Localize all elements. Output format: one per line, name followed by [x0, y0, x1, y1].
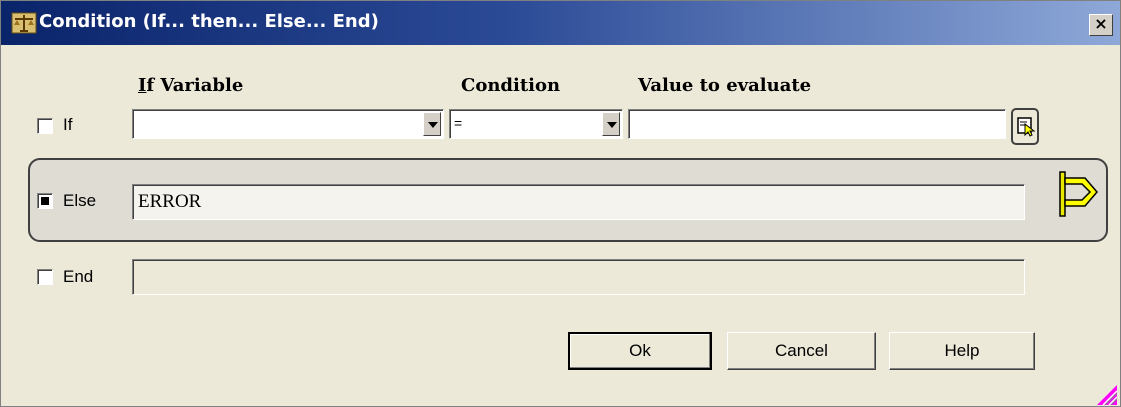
- if-variable-header-text: f Variable: [146, 75, 244, 96]
- if-variable-header: If Variable: [138, 75, 243, 96]
- if-variable-select[interactable]: [132, 109, 444, 139]
- select-value-button[interactable]: [1011, 108, 1039, 145]
- scales-icon: [11, 12, 37, 34]
- value-to-evaluate-input[interactable]: [628, 109, 1006, 139]
- condition-value: =: [454, 115, 463, 131]
- end-label: End: [63, 267, 94, 286]
- else-value-input[interactable]: ERROR: [132, 184, 1025, 220]
- else-label: Else: [63, 191, 97, 210]
- ok-button[interactable]: Ok: [568, 332, 712, 370]
- chevron-down-icon[interactable]: [423, 112, 441, 136]
- resize-grip-icon[interactable]: [1097, 385, 1117, 405]
- yellow-flag-arrow-icon: [1059, 171, 1098, 217]
- cancel-button[interactable]: Cancel: [727, 332, 876, 370]
- chevron-down-icon[interactable]: [602, 112, 620, 136]
- else-checkbox[interactable]: [37, 193, 53, 209]
- end-checkbox[interactable]: [37, 269, 53, 285]
- if-label: If: [63, 115, 73, 134]
- condition-header: Condition: [461, 75, 561, 96]
- window-title: Condition (If... then... Else... End): [39, 11, 379, 32]
- end-value-input[interactable]: [132, 259, 1025, 295]
- help-button[interactable]: Help: [889, 332, 1035, 370]
- else-value: ERROR: [138, 191, 202, 212]
- value-to-evaluate-header: Value to evaluate: [638, 75, 812, 96]
- if-checkbox[interactable]: [37, 118, 53, 134]
- condition-dialog: Condition (If... then... Else... End) × …: [0, 0, 1121, 407]
- title-bar[interactable]: Condition (If... then... Else... End) ×: [1, 1, 1120, 45]
- close-icon: ×: [1094, 14, 1108, 33]
- condition-select[interactable]: =: [449, 109, 623, 139]
- close-button[interactable]: ×: [1089, 14, 1113, 36]
- select-value-icon: [1017, 117, 1036, 137]
